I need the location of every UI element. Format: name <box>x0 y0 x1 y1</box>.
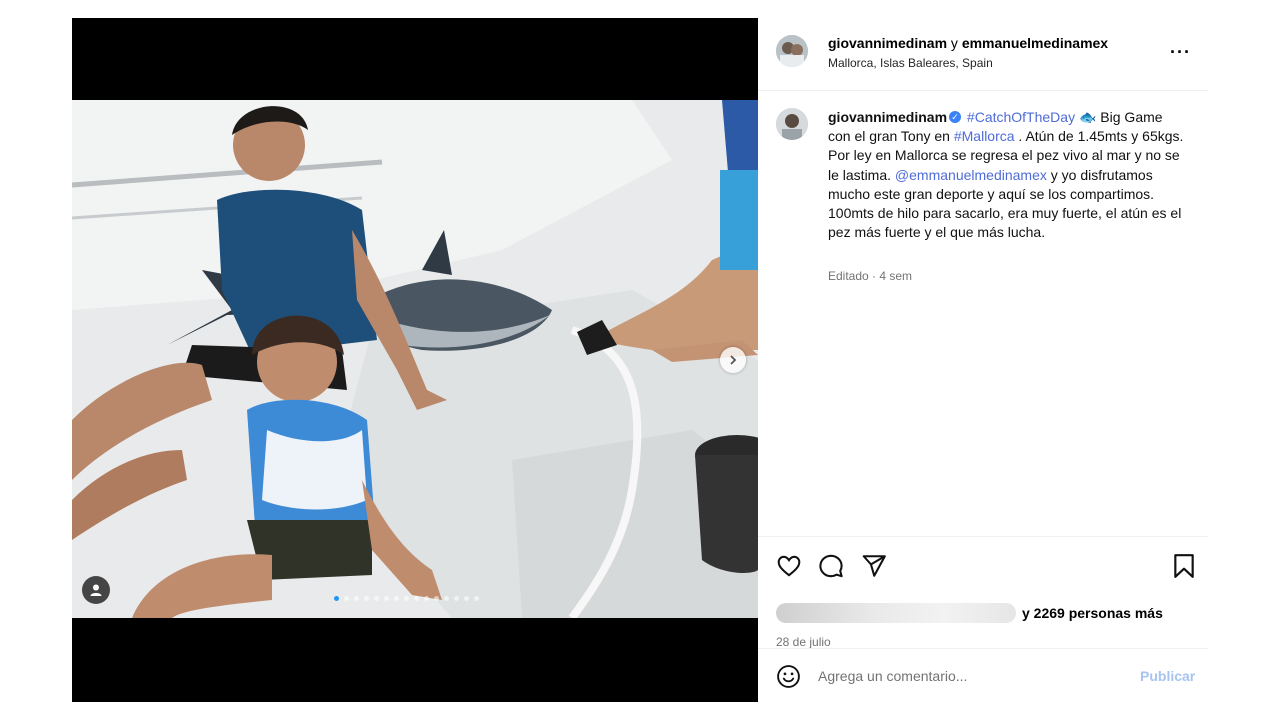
carousel-dot <box>464 596 469 601</box>
avatar-image <box>776 108 808 140</box>
comment-input[interactable]: Agrega un comentario... <box>818 668 967 684</box>
carousel-dot <box>394 596 399 601</box>
fish-emoji: 🐟 <box>1078 109 1097 125</box>
carousel-dot <box>434 596 439 601</box>
collab-avatar[interactable] <box>776 35 808 67</box>
carousel-dot <box>474 596 479 601</box>
tagged-users-button[interactable] <box>82 576 110 604</box>
carousel-dot <box>454 596 459 601</box>
post-actions: y 2269 personas más 28 de julio <box>758 536 1208 657</box>
verified-badge-icon: ✓ <box>949 111 962 124</box>
carousel-dot <box>344 596 349 601</box>
author-connector: y <box>947 35 962 51</box>
mention-link[interactable]: @emmanuelmedinamex <box>895 167 1047 183</box>
carousel-dot <box>414 596 419 601</box>
likes-summary[interactable]: y 2269 personas más <box>776 603 1163 623</box>
caption-text: giovannimedinam ✓ #CatchOfTheDay 🐟 Big Ga… <box>828 108 1188 242</box>
comment-button[interactable] <box>818 553 844 584</box>
more-horizontal-icon: ··· <box>1170 42 1191 62</box>
user-icon <box>90 584 102 596</box>
emoji-icon <box>777 665 800 688</box>
save-button[interactable] <box>1172 553 1196 584</box>
like-button[interactable] <box>776 553 802 584</box>
emoji-button[interactable] <box>776 664 801 694</box>
send-icon <box>862 555 886 577</box>
post-photo <box>72 100 758 618</box>
author-link-1[interactable]: giovannimedinam <box>828 35 947 51</box>
blurred-liker-names <box>776 603 1016 623</box>
hashtag-link[interactable]: #Mallorca <box>954 128 1015 144</box>
post-date[interactable]: 28 de julio <box>776 635 831 649</box>
caption-author-link[interactable]: giovannimedinam <box>828 109 947 125</box>
author-link-2[interactable]: emmanuelmedinamex <box>962 35 1108 51</box>
post-media <box>72 18 758 702</box>
hashtag-link[interactable]: #CatchOfTheDay <box>967 109 1075 125</box>
caption-meta: Editado · 4 sem <box>828 269 913 283</box>
carousel-dot <box>364 596 369 601</box>
bookmark-icon <box>1174 554 1194 578</box>
location-link[interactable]: Mallorca, Islas Baleares, Spain <box>828 56 993 70</box>
post-authors: giovannimedinam y emmanuelmedinamex <box>828 35 1108 51</box>
carousel-dot <box>444 596 449 601</box>
carousel-next-button[interactable] <box>720 347 746 373</box>
comment-bar: Agrega un comentario... Publicar <box>758 648 1208 703</box>
carousel-dot <box>374 596 379 601</box>
carousel-indicators <box>334 596 479 601</box>
heart-icon <box>777 555 801 577</box>
post-side-panel: giovannimedinam y emmanuelmedinamex Mall… <box>758 18 1208 702</box>
carousel-dot <box>354 596 359 601</box>
post-header: giovannimedinam y emmanuelmedinamex Mall… <box>758 18 1208 91</box>
caption-author-avatar[interactable] <box>776 108 808 140</box>
comment-icon <box>819 554 843 578</box>
chevron-right-icon <box>730 355 737 365</box>
avatar-image <box>776 35 808 67</box>
carousel-dot <box>384 596 389 601</box>
share-button[interactable] <box>861 553 887 584</box>
carousel-dot <box>424 596 429 601</box>
likes-count[interactable]: y 2269 personas más <box>1022 605 1163 621</box>
carousel-dot <box>334 596 339 601</box>
carousel-dot <box>404 596 409 601</box>
more-options-button[interactable]: ··· <box>1170 42 1191 63</box>
publish-button[interactable]: Publicar <box>1140 668 1195 684</box>
